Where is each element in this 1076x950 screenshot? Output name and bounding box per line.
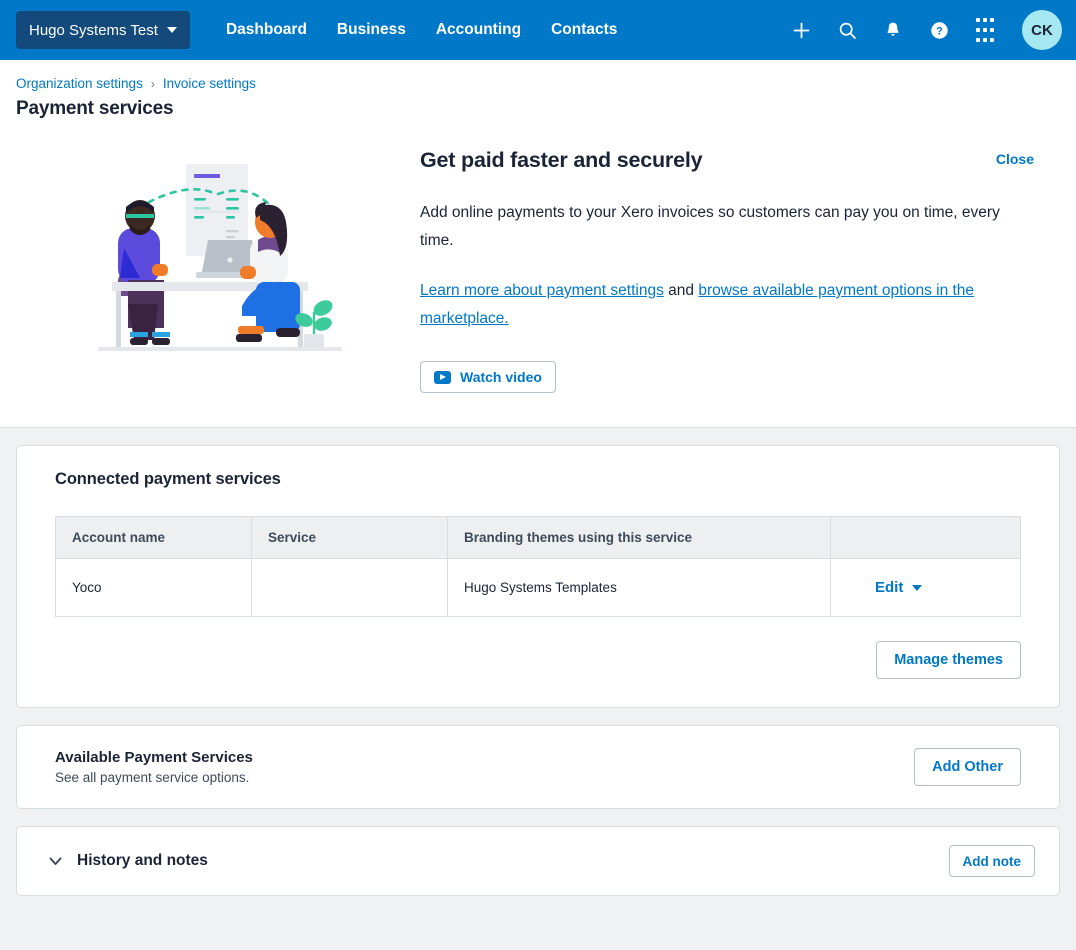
page-header: Organization settings › Invoice settings… xyxy=(0,60,1076,120)
plus-icon[interactable] xyxy=(788,17,814,43)
edit-label: Edit xyxy=(875,579,903,596)
available-services-subtext: See all payment service options. xyxy=(55,770,914,785)
page-body: Connected payment services Account name … xyxy=(0,428,1076,896)
history-and-notes-card: History and notes Add note xyxy=(16,826,1060,896)
watch-video-label: Watch video xyxy=(460,369,542,385)
chevron-down-icon xyxy=(167,27,177,33)
connected-services-table: Account name Service Branding themes usi… xyxy=(55,516,1021,617)
connected-services-heading: Connected payment services xyxy=(55,470,1021,489)
notifications-bell-icon[interactable] xyxy=(880,17,906,43)
help-icon[interactable]: ? xyxy=(926,17,952,43)
avatar[interactable]: CK xyxy=(1022,10,1062,50)
breadcrumb-item-invoice-settings[interactable]: Invoice settings xyxy=(163,76,256,91)
edit-dropdown-button[interactable]: Edit xyxy=(875,579,922,596)
cell-branding-themes: Hugo Systems Templates xyxy=(448,559,831,617)
add-other-button[interactable]: Add Other xyxy=(914,748,1021,786)
column-header-account-name: Account name xyxy=(56,517,252,559)
search-icon[interactable] xyxy=(834,17,860,43)
play-icon xyxy=(434,371,451,384)
top-navigation-bar: Hugo Systems Test Dashboard Business Acc… xyxy=(0,0,1076,60)
cell-account-name: Yoco xyxy=(56,559,252,617)
connected-payment-services-card: Connected payment services Account name … xyxy=(16,445,1060,708)
breadcrumb-item-organization-settings[interactable]: Organization settings xyxy=(16,76,143,91)
history-and-notes-heading: History and notes xyxy=(77,852,949,870)
svg-text:?: ? xyxy=(936,25,943,37)
promotional-banner: Get paid faster and securely Close Add o… xyxy=(0,120,1076,428)
main-nav-links: Dashboard Business Accounting Contacts xyxy=(226,21,617,39)
banner-paragraph: Add online payments to your Xero invoice… xyxy=(420,199,1034,255)
learn-more-link[interactable]: Learn more about payment settings xyxy=(420,282,664,299)
cell-service xyxy=(252,559,448,617)
chevron-down-icon[interactable] xyxy=(45,851,65,871)
table-row: Yoco Hugo Systems Templates Edit xyxy=(56,559,1021,617)
watch-video-button[interactable]: Watch video xyxy=(420,361,556,393)
banner-links: Learn more about payment settings and br… xyxy=(420,277,1034,333)
nav-item-contacts[interactable]: Contacts xyxy=(551,21,617,39)
nav-item-business[interactable]: Business xyxy=(337,21,406,39)
column-header-branding-themes: Branding themes using this service xyxy=(448,517,831,559)
column-header-actions xyxy=(831,517,1021,559)
nav-right-actions: ? CK xyxy=(788,10,1062,50)
page-title: Payment services xyxy=(16,98,1060,120)
column-header-service: Service xyxy=(252,517,448,559)
nav-item-accounting[interactable]: Accounting xyxy=(436,21,521,39)
manage-themes-button[interactable]: Manage themes xyxy=(876,641,1021,679)
banner-heading: Get paid faster and securely xyxy=(420,148,1034,173)
link-joiner-text: and xyxy=(664,282,698,299)
nav-item-dashboard[interactable]: Dashboard xyxy=(226,21,307,39)
connected-card-actions: Manage themes xyxy=(55,641,1021,679)
organization-switcher-button[interactable]: Hugo Systems Test xyxy=(16,11,190,49)
add-note-button[interactable]: Add note xyxy=(949,845,1036,877)
apps-grid-icon[interactable] xyxy=(972,17,998,43)
available-services-heading: Available Payment Services xyxy=(55,749,914,766)
cell-actions: Edit xyxy=(831,559,1021,617)
banner-content: Get paid faster and securely Close Add o… xyxy=(420,148,1056,393)
organization-name-label: Hugo Systems Test xyxy=(29,22,158,39)
two-people-at-desk-illustration xyxy=(20,148,420,393)
chevron-right-icon: › xyxy=(151,77,155,91)
available-payment-services-card: Available Payment Services See all payme… xyxy=(16,725,1060,809)
breadcrumb: Organization settings › Invoice settings xyxy=(16,76,1060,91)
table-header-row: Account name Service Branding themes usi… xyxy=(56,517,1021,559)
chevron-down-icon xyxy=(912,585,922,591)
available-services-text: Available Payment Services See all payme… xyxy=(55,749,914,785)
close-banner-button[interactable]: Close xyxy=(996,151,1034,167)
